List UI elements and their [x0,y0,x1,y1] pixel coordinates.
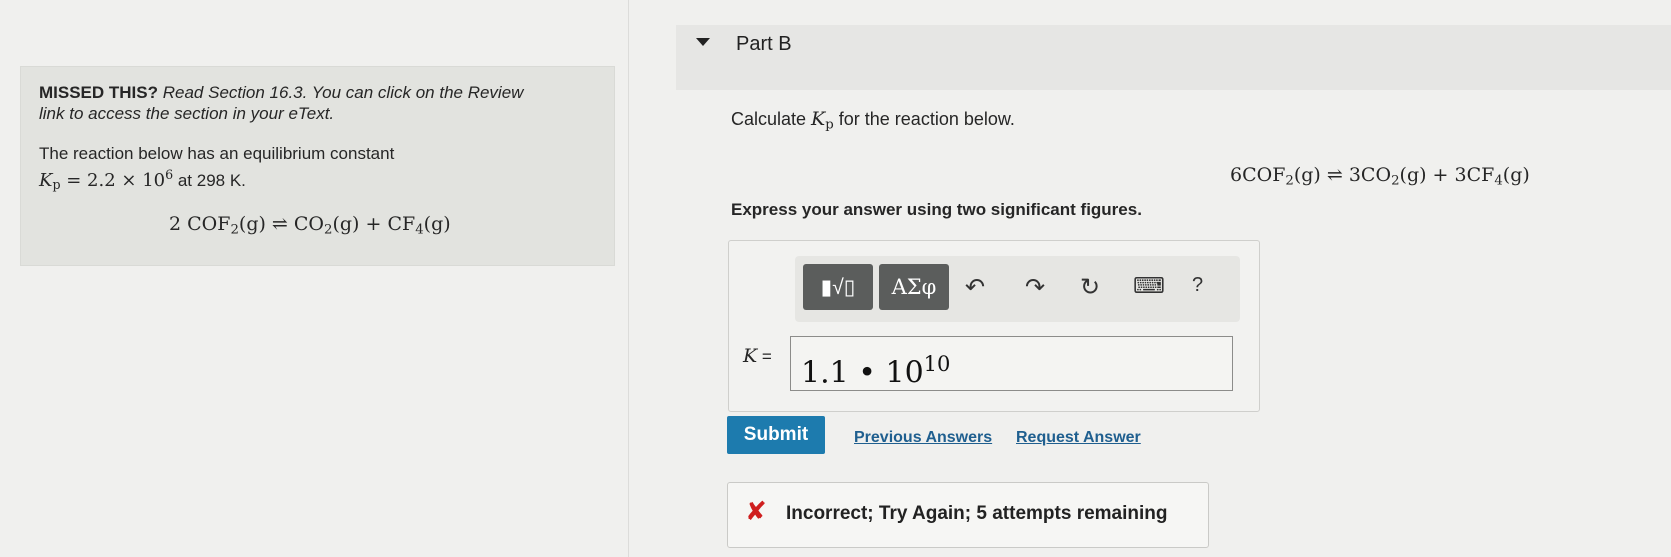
question-suffix: for the reaction below. [833,109,1015,129]
submit-button[interactable]: Submit [727,416,825,454]
eq-part: (g) ⇌ 3CO [1293,164,1392,186]
eq-part: 6COF [1230,164,1286,186]
eq-part: (g) + 3CF [1399,164,1495,186]
eq-sub: 2 [230,222,239,238]
part-title[interactable]: Part B [736,33,792,56]
hint-panel: MISSED THIS? Read Section 16.3. You can … [20,66,615,266]
reset-icon[interactable]: ↻ [1080,273,1100,302]
eq-cof2: 2 COF [169,213,231,236]
answer-mantissa: 1.1 • 10 [801,355,924,391]
greek-symbols-button[interactable]: ΑΣφ [879,264,949,310]
part-b-header[interactable] [676,25,1671,90]
given-reaction-equation: 2 COF2(g) ⇌ CO2(g) + CF4(g) [169,213,596,237]
target-reaction-equation: 6COF2(g) ⇌ 3CO2(g) + 3CF4(g) [1230,164,1530,188]
k-symbol: K [811,108,826,130]
question-text: Calculate Kp for the reaction below. [731,108,1015,132]
request-answer-link[interactable]: Request Answer [1016,429,1141,447]
eq-sub: 2 [1285,173,1294,189]
missed-this-label: MISSED THIS? [39,83,159,102]
math-toolbar: ▮√▯ ΑΣφ ↶ ↷ ↻ ⌨ ? [795,256,1240,322]
previous-answers-link[interactable]: Previous Answers [854,429,992,447]
eq-sub: 4 [415,222,424,238]
answer-equals: = [757,347,772,366]
redo-icon[interactable]: ↷ [1025,273,1045,302]
answer-input[interactable]: 1.1 • 1010 [790,336,1233,391]
eq-end: (g) [423,213,451,236]
feedback-message: Incorrect; Try Again; 5 attempts remaini… [786,503,1168,524]
help-icon[interactable]: ? [1192,274,1203,297]
undo-icon[interactable]: ↶ [965,273,985,302]
equilibrium-intro: The reaction below has an equilibrium co… [39,144,395,163]
collapse-caret-icon[interactable] [696,38,710,46]
answer-instructions: Express your answer using two significan… [731,200,1142,219]
eq-part: (g) [1502,164,1530,186]
eq-co2: (g) ⇌ CO [238,213,325,236]
kp-statement: Kp = 2.2 × 106 at 298 K. [39,164,596,196]
templates-icon: ▮√▯ [820,275,856,299]
k-subscript: p [825,117,834,133]
kp-temperature: at 298 K. [173,170,246,190]
eq-sub: 2 [1391,173,1400,189]
keyboard-icon[interactable]: ⌨ [1133,273,1165,299]
kp-subscript: p [52,177,61,193]
question-prefix: Calculate [731,109,812,129]
hint-second-line: link to access the section in your eText… [39,104,335,123]
answer-label: K = [743,345,772,367]
kp-symbol: K [39,169,53,191]
hint-first-line: MISSED THIS? Read Section 16.3. You can … [39,83,596,103]
answer-exponent: 10 [923,352,951,376]
incorrect-x-icon: ✘ [745,496,767,526]
templates-button[interactable]: ▮√▯ [803,264,873,310]
kp-exponent: 6 [165,167,174,182]
hint-read-text: Read Section 16.3. You can click on the … [162,83,524,102]
column-divider [628,0,629,557]
eq-cf4: (g) + CF [332,213,416,236]
eq-sub: 4 [1494,173,1503,189]
answer-k-symbol: K [743,345,758,367]
kp-value: = 2.2 × 10 [60,169,166,191]
